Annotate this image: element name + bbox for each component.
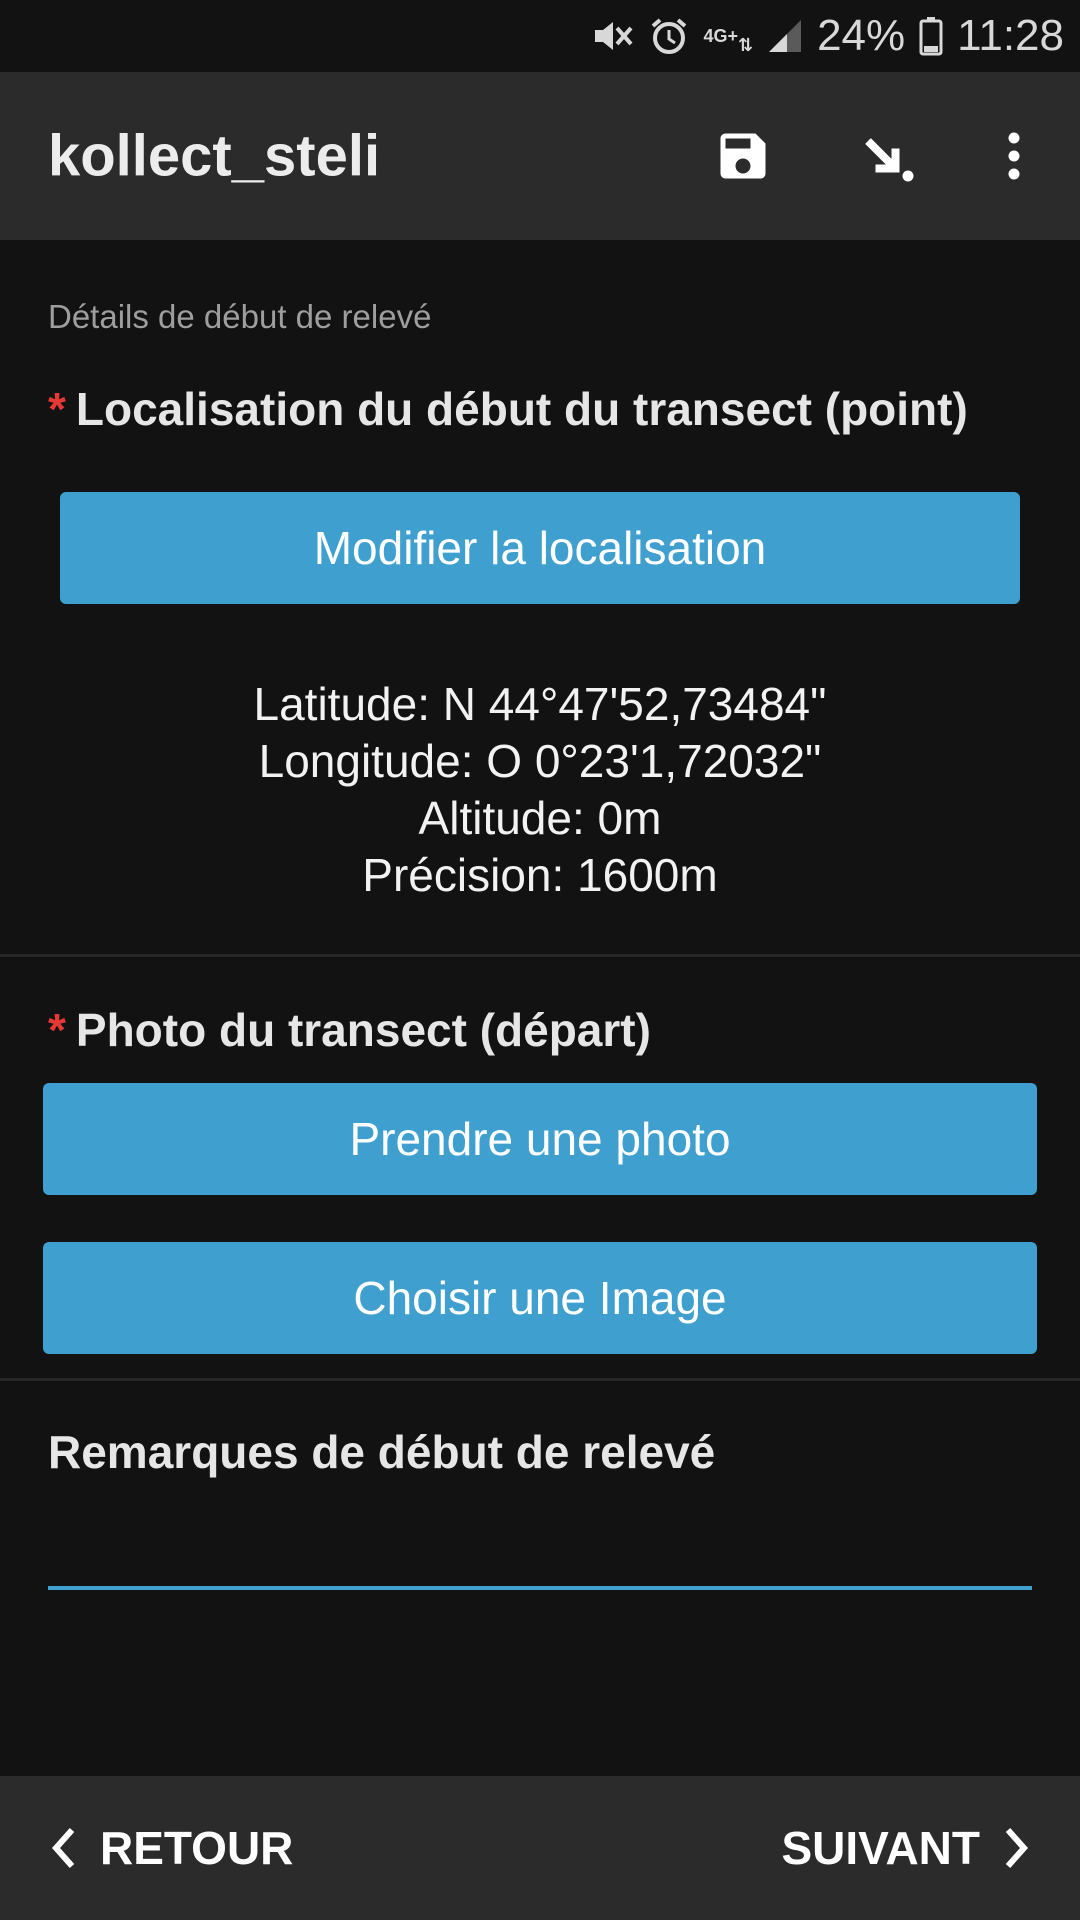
precision-text: Précision: 1600m [362, 849, 718, 901]
location-question-title: * Localisation du début du transect (poin… [48, 382, 968, 436]
network-type: 4G+ ⇅ [703, 26, 754, 55]
altitude-text: Altitude: 0m [418, 792, 662, 844]
next-button[interactable]: SUIVANT [782, 1776, 1033, 1920]
app-title: kollect_steli [48, 123, 381, 189]
bottom-navigation: RETOUR SUIVANT [0, 1776, 1080, 1920]
choose-image-button[interactable]: Choisir une Image [43, 1242, 1037, 1354]
back-label: RETOUR [100, 1822, 294, 1874]
remarks-question-title: Remarques de début de relevé [48, 1426, 716, 1478]
modify-location-button[interactable]: Modifier la localisation [60, 492, 1020, 604]
divider [0, 954, 1080, 957]
photo-question-title: * Photo du transect (départ) [48, 1003, 651, 1057]
longitude-text: Longitude: O 0°23'1,72032" [258, 735, 822, 787]
alarm-icon [649, 16, 689, 56]
save-icon[interactable] [703, 116, 783, 196]
remarks-input[interactable] [48, 1506, 1032, 1590]
back-button[interactable]: RETOUR [48, 1776, 293, 1920]
mute-icon [591, 16, 635, 56]
next-label: SUIVANT [781, 1822, 981, 1874]
goto-icon[interactable] [848, 116, 928, 196]
photo-title-text: Photo du transect (départ) [75, 1004, 651, 1056]
battery-percent: 24% [817, 11, 906, 60]
app-bar: kollect_steli [0, 72, 1080, 240]
required-mark: * [48, 1004, 66, 1056]
location-title-text: Localisation du début du transect (point… [75, 383, 968, 435]
location-readout: Latitude: N 44°47'52,73484" Longitude: O… [0, 676, 1080, 904]
latitude-text: Latitude: N 44°47'52,73484" [253, 678, 827, 730]
chevron-left-icon [51, 1828, 75, 1868]
take-photo-button[interactable]: Prendre une photo [43, 1083, 1037, 1195]
required-mark: * [48, 383, 66, 435]
more-options-icon[interactable] [974, 116, 1054, 196]
chevron-right-icon [1005, 1828, 1029, 1868]
battery-icon [919, 16, 943, 56]
divider [0, 1378, 1080, 1381]
status-bar: 4G+ ⇅ 24% 11:28 [0, 0, 1080, 72]
signal-icon [767, 18, 803, 54]
clock: 11:28 [957, 11, 1064, 60]
section-label: Détails de début de relevé [48, 298, 432, 335]
